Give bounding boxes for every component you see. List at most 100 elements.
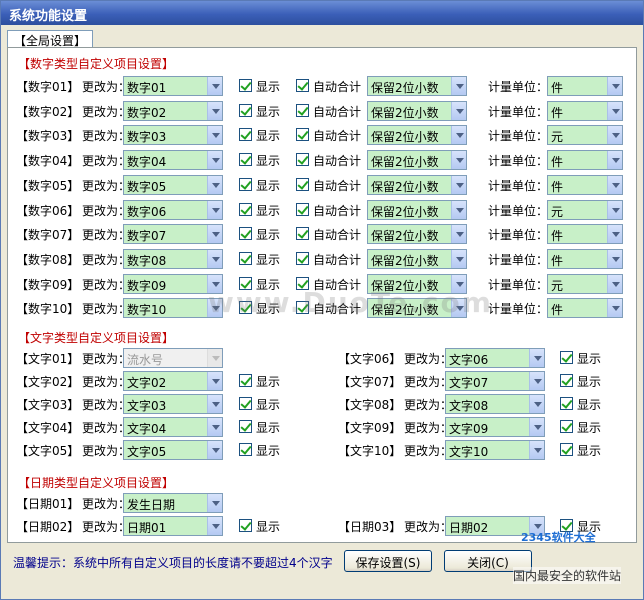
dropdown-arrow-icon[interactable] — [529, 372, 544, 390]
name-combo[interactable]: 数字01 — [123, 76, 223, 96]
dropdown-arrow-icon[interactable] — [451, 126, 466, 145]
show-checkbox[interactable] — [239, 251, 252, 265]
name-combo[interactable]: 文字09 — [445, 417, 545, 437]
name-combo[interactable]: 文字08 — [445, 394, 545, 414]
autosum-checkbox[interactable] — [296, 202, 309, 216]
unit-combo[interactable]: 件 — [547, 100, 623, 121]
autosum-checkbox[interactable] — [296, 153, 309, 167]
unit-combo[interactable]: 件 — [547, 76, 623, 96]
name-combo[interactable]: 文字06 — [445, 348, 545, 368]
decimal-combo[interactable]: 保留2位小数 — [367, 150, 467, 171]
show-checkbox[interactable] — [239, 79, 252, 92]
dropdown-arrow-icon[interactable] — [607, 175, 622, 194]
dropdown-arrow-icon[interactable] — [451, 77, 466, 95]
dropdown-arrow-icon[interactable] — [207, 395, 222, 413]
save-button[interactable]: 保存设置(S) — [344, 550, 432, 572]
dropdown-arrow-icon[interactable] — [529, 349, 544, 367]
show-checkbox[interactable] — [239, 177, 252, 191]
name-combo[interactable]: 文字10 — [445, 440, 545, 460]
dropdown-arrow-icon[interactable] — [451, 101, 466, 120]
dropdown-arrow-icon[interactable] — [207, 200, 222, 219]
show-checkbox[interactable] — [239, 420, 252, 433]
name-combo[interactable]: 数字07 — [123, 224, 223, 245]
name-combo[interactable]: 文字02 — [123, 371, 223, 391]
show-checkbox[interactable] — [239, 202, 252, 216]
unit-combo[interactable]: 件 — [547, 224, 623, 245]
unit-combo[interactable]: 元 — [547, 273, 623, 294]
dropdown-arrow-icon[interactable] — [529, 395, 544, 413]
dropdown-arrow-icon[interactable] — [451, 151, 466, 170]
name-combo[interactable]: 数字08 — [123, 248, 223, 269]
autosum-checkbox[interactable] — [296, 227, 309, 241]
dropdown-arrow-icon[interactable] — [207, 349, 222, 367]
autosum-checkbox[interactable] — [296, 251, 309, 265]
show-checkbox[interactable] — [239, 227, 252, 241]
decimal-combo[interactable]: 保留2位小数 — [367, 199, 467, 220]
dropdown-arrow-icon[interactable] — [607, 299, 622, 318]
name-combo[interactable]: 日期01 — [123, 516, 223, 536]
name-combo[interactable]: 数字05 — [123, 174, 223, 195]
autosum-checkbox[interactable] — [296, 128, 309, 142]
show-checkbox[interactable] — [560, 397, 573, 410]
name-combo[interactable]: 数字04 — [123, 150, 223, 171]
name-combo[interactable]: 数字06 — [123, 199, 223, 220]
unit-combo[interactable]: 件 — [547, 248, 623, 269]
unit-combo[interactable]: 元 — [547, 199, 623, 220]
dropdown-arrow-icon[interactable] — [451, 249, 466, 268]
dropdown-arrow-icon[interactable] — [529, 418, 544, 436]
dropdown-arrow-icon[interactable] — [451, 175, 466, 194]
dropdown-arrow-icon[interactable] — [207, 372, 222, 390]
dropdown-arrow-icon[interactable] — [607, 200, 622, 219]
show-checkbox[interactable] — [560, 420, 573, 433]
dropdown-arrow-icon[interactable] — [607, 225, 622, 244]
show-checkbox[interactable] — [239, 519, 252, 532]
dropdown-arrow-icon[interactable] — [207, 77, 222, 95]
dropdown-arrow-icon[interactable] — [607, 77, 622, 95]
autosum-checkbox[interactable] — [296, 177, 309, 191]
autosum-checkbox[interactable] — [296, 103, 309, 117]
show-checkbox[interactable] — [560, 443, 573, 456]
dropdown-arrow-icon[interactable] — [207, 418, 222, 436]
dropdown-arrow-icon[interactable] — [207, 441, 222, 459]
show-checkbox[interactable] — [239, 397, 252, 410]
decimal-combo[interactable]: 保留2位小数 — [367, 248, 467, 269]
decimal-combo[interactable]: 保留2位小数 — [367, 174, 467, 195]
dropdown-arrow-icon[interactable] — [207, 151, 222, 170]
show-checkbox[interactable] — [560, 351, 573, 364]
show-checkbox[interactable] — [239, 443, 252, 456]
dropdown-arrow-icon[interactable] — [207, 175, 222, 194]
unit-combo[interactable]: 件 — [547, 298, 623, 319]
dropdown-arrow-icon[interactable] — [451, 225, 466, 244]
unit-combo[interactable]: 件 — [547, 174, 623, 195]
dropdown-arrow-icon[interactable] — [207, 126, 222, 145]
name-combo[interactable]: 文字04 — [123, 417, 223, 437]
name-combo[interactable]: 文字03 — [123, 394, 223, 414]
dropdown-arrow-icon[interactable] — [207, 225, 222, 244]
unit-combo[interactable]: 元 — [547, 125, 623, 146]
autosum-checkbox[interactable] — [296, 79, 309, 92]
decimal-combo[interactable]: 保留2位小数 — [367, 125, 467, 146]
show-checkbox[interactable] — [560, 374, 573, 387]
show-checkbox[interactable] — [239, 153, 252, 167]
show-checkbox[interactable] — [239, 128, 252, 142]
dropdown-arrow-icon[interactable] — [451, 200, 466, 219]
show-checkbox[interactable] — [239, 103, 252, 117]
name-combo[interactable]: 文字05 — [123, 440, 223, 460]
name-combo[interactable]: 文字07 — [445, 371, 545, 391]
dropdown-arrow-icon[interactable] — [207, 517, 222, 535]
name-combo[interactable]: 数字03 — [123, 125, 223, 146]
decimal-combo[interactable]: 保留2位小数 — [367, 224, 467, 245]
dropdown-arrow-icon[interactable] — [607, 249, 622, 268]
show-checkbox[interactable] — [239, 374, 252, 387]
dropdown-arrow-icon[interactable] — [207, 494, 222, 512]
dropdown-arrow-icon[interactable] — [607, 126, 622, 145]
dropdown-arrow-icon[interactable] — [607, 151, 622, 170]
dropdown-arrow-icon[interactable] — [207, 249, 222, 268]
name-combo[interactable]: 数字02 — [123, 100, 223, 121]
dropdown-arrow-icon[interactable] — [607, 274, 622, 293]
name-combo[interactable]: 发生日期 — [123, 493, 223, 513]
tab-global-settings[interactable]: 【全局设置】 — [7, 30, 94, 48]
decimal-combo[interactable]: 保留2位小数 — [367, 100, 467, 121]
dropdown-arrow-icon[interactable] — [607, 101, 622, 120]
decimal-combo[interactable]: 保留2位小数 — [367, 76, 467, 96]
